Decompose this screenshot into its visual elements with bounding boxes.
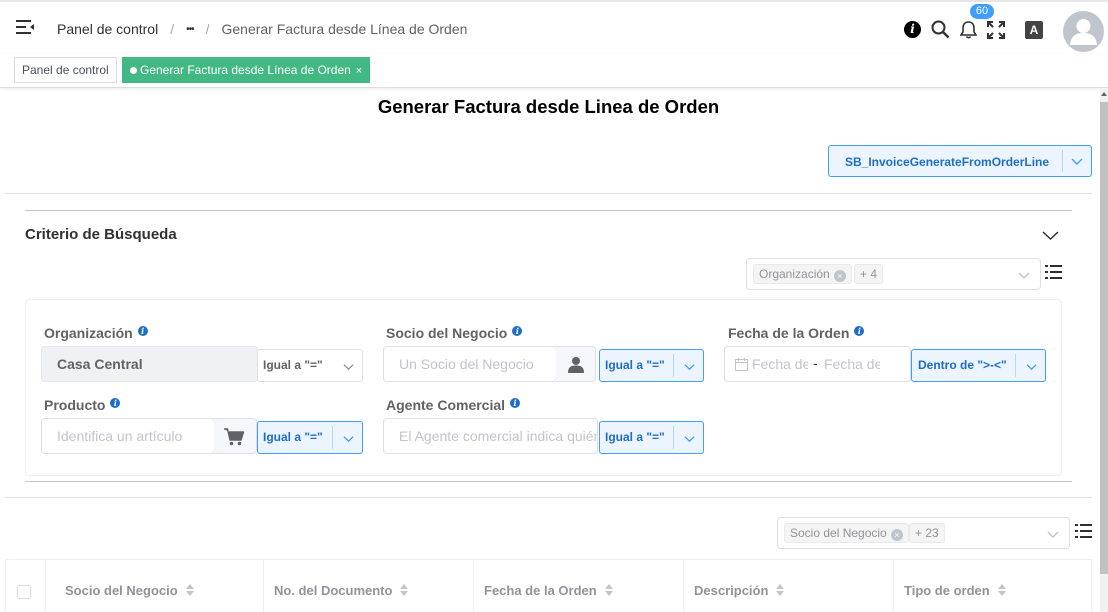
search-icon[interactable] bbox=[931, 20, 950, 39]
process-select[interactable]: SB_InvoiceGenerateFromOrderLine bbox=[828, 145, 1092, 177]
scroll-up-arrow-icon[interactable] bbox=[1101, 92, 1107, 96]
business-partner-operator-select[interactable]: Igual a "=" bbox=[599, 349, 704, 382]
sales-rep-label: Agente Comercial i bbox=[386, 397, 521, 413]
product-input[interactable]: Identifica un artículo bbox=[41, 418, 215, 454]
sort-icon bbox=[604, 583, 613, 596]
business-partner-label: Socio del Negocio i bbox=[386, 325, 523, 341]
vertical-scrollbar[interactable] bbox=[1100, 88, 1108, 612]
tag-close-icon[interactable]: × bbox=[890, 529, 903, 541]
info-icon: i bbox=[512, 326, 523, 336]
organization-label: Organización i bbox=[44, 325, 148, 341]
chevron-down-icon bbox=[343, 364, 354, 371]
sort-icon bbox=[185, 583, 194, 596]
sales-rep-input[interactable]: El Agente comercial indica quién bbox=[383, 418, 598, 454]
product-search-button[interactable] bbox=[214, 418, 257, 454]
organization-operator-select[interactable]: Igual a "=" bbox=[257, 349, 363, 382]
info-icon[interactable]: i bbox=[904, 21, 921, 38]
chevron-down-icon bbox=[684, 364, 695, 371]
tags-view: Panel de control Generar Factura desde L… bbox=[0, 54, 1108, 88]
list-settings-icon[interactable] bbox=[1075, 523, 1092, 539]
breadcrumb-current: Generar Factura desde Línea de Orden bbox=[221, 21, 468, 37]
date-range-separator: - bbox=[813, 355, 818, 371]
organization-field: Casa Central bbox=[41, 346, 258, 382]
tag-panel-de-control[interactable]: Panel de control bbox=[14, 57, 117, 83]
breadcrumb-home[interactable]: Panel de control bbox=[57, 21, 158, 37]
order-date-range-picker[interactable]: Fecha de - Fecha de bbox=[724, 346, 911, 382]
chevron-down-icon bbox=[1026, 364, 1037, 371]
breadcrumb: Panel de control / ••• / Generar Factura… bbox=[57, 21, 467, 37]
select-all-checkbox[interactable] bbox=[17, 585, 31, 599]
info-icon: i bbox=[510, 398, 521, 408]
select-all-column bbox=[6, 560, 46, 612]
chevron-down-icon bbox=[684, 436, 695, 443]
sales-rep-operator-select[interactable]: Igual a "=" bbox=[599, 421, 704, 454]
collapse-chevron-icon[interactable] bbox=[1042, 229, 1059, 241]
breadcrumb-separator: / bbox=[205, 21, 210, 37]
more-columns-tag: + 23 bbox=[909, 523, 945, 543]
user-icon bbox=[568, 357, 584, 373]
column-header[interactable]: Tipo de orden bbox=[894, 560, 1092, 612]
chevron-down-icon bbox=[1047, 531, 1059, 538]
order-date-operator-select[interactable]: Dentro de ">-<" bbox=[911, 349, 1046, 382]
notification-badge: 60 bbox=[970, 4, 994, 19]
tag-label: Generar Factura desde Línea de Orden bbox=[140, 63, 351, 77]
product-operator-select[interactable]: Igual a "=" bbox=[257, 421, 363, 454]
breadcrumb-separator: / bbox=[170, 21, 175, 37]
divider bbox=[25, 210, 1072, 211]
scrollbar-thumb[interactable] bbox=[1100, 102, 1108, 574]
more-fields-tag: + 4 bbox=[854, 264, 884, 284]
navbar: Panel de control / ••• / Generar Factura… bbox=[0, 0, 1108, 54]
date-to-input[interactable]: Fecha de bbox=[824, 356, 880, 372]
sort-icon bbox=[776, 583, 785, 596]
divider bbox=[25, 481, 1072, 482]
column-header[interactable]: Socio del Negocio bbox=[55, 560, 264, 612]
sort-icon bbox=[997, 583, 1006, 596]
selected-column-tag: Socio del Negocio × bbox=[784, 523, 909, 543]
tag-generar-factura[interactable]: Generar Factura desde Línea de Orden × bbox=[122, 57, 371, 83]
selected-field-tag: Organización × bbox=[753, 264, 852, 284]
column-header[interactable]: Descripción bbox=[684, 560, 894, 612]
tag-label: Panel de control bbox=[22, 63, 109, 77]
criteria-field-selector[interactable]: Organización × + 4 bbox=[746, 258, 1041, 290]
date-from-input[interactable]: Fecha de bbox=[752, 356, 808, 372]
product-label: Producto i bbox=[44, 397, 121, 413]
info-icon: i bbox=[110, 398, 121, 408]
menu-fold-icon[interactable] bbox=[16, 20, 34, 34]
column-header[interactable]: No. del Documento bbox=[264, 560, 474, 612]
fullscreen-icon[interactable] bbox=[987, 21, 1005, 39]
column-selector[interactable]: Socio del Negocio × + 23 bbox=[777, 517, 1070, 549]
info-icon: i bbox=[137, 326, 148, 336]
shopping-cart-icon bbox=[224, 428, 245, 446]
info-icon: i bbox=[854, 326, 865, 336]
divider bbox=[5, 193, 1092, 194]
page-title: Generar Factura desde Linea de Orden bbox=[377, 96, 720, 117]
order-date-label: Fecha de la Orden i bbox=[728, 325, 865, 341]
tag-close-icon[interactable]: × bbox=[833, 270, 846, 282]
divider bbox=[5, 497, 1092, 498]
column-header[interactable]: Fecha de la Orden bbox=[474, 560, 684, 612]
calendar-icon bbox=[735, 358, 748, 371]
process-select-value: SB_InvoiceGenerateFromOrderLine bbox=[845, 155, 1050, 169]
business-partner-search-button[interactable] bbox=[556, 346, 596, 382]
sort-icon bbox=[400, 583, 409, 596]
user-avatar-icon[interactable] bbox=[1063, 11, 1104, 52]
criteria-title[interactable]: Criterio de Búsqueda bbox=[25, 226, 177, 243]
table-header: Socio del Negocio No. del Documento Fech… bbox=[5, 559, 1092, 612]
breadcrumb-ellipsis[interactable]: ••• bbox=[186, 24, 194, 35]
chevron-down-icon bbox=[1018, 272, 1030, 279]
list-settings-icon[interactable] bbox=[1045, 264, 1062, 280]
business-partner-input[interactable]: Un Socio del Negocio bbox=[383, 346, 557, 382]
language-icon[interactable]: A bbox=[1025, 21, 1043, 39]
chevron-down-icon bbox=[343, 436, 354, 443]
chevron-down-icon bbox=[1071, 158, 1083, 165]
active-dot-icon bbox=[130, 67, 137, 74]
close-icon[interactable]: × bbox=[356, 65, 362, 77]
bell-icon[interactable] bbox=[960, 20, 977, 39]
